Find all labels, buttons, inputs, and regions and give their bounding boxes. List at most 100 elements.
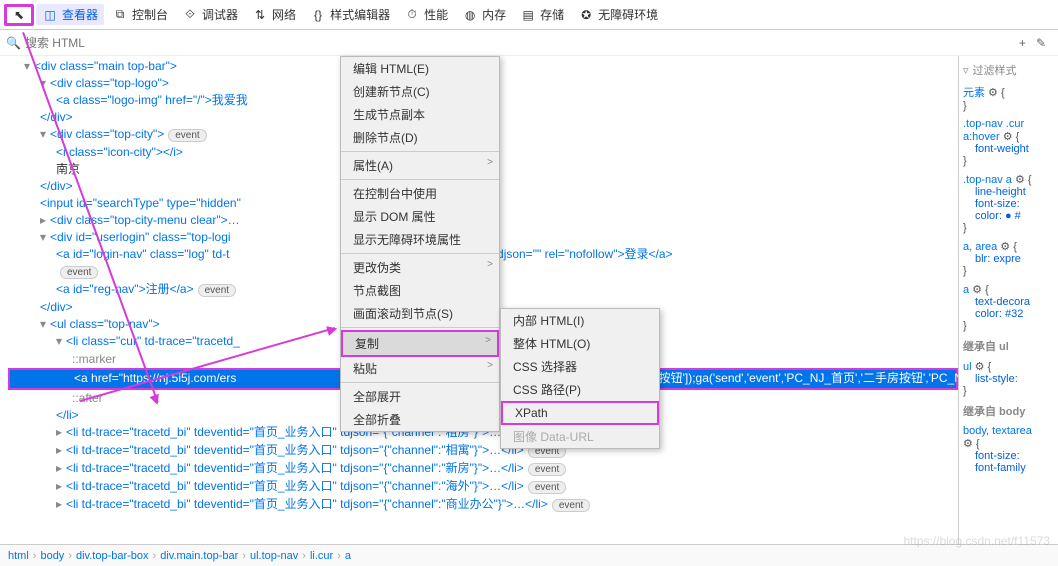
ctx-paste[interactable]: 粘贴	[341, 357, 499, 380]
ctx-change-pseudo[interactable]: 更改伪类	[341, 256, 499, 279]
dom-node[interactable]: <div class="main top-bar">	[34, 59, 177, 73]
ctx-attributes[interactable]: 属性(A)	[341, 154, 499, 177]
tab-network[interactable]: ⇅网络	[246, 4, 302, 25]
css-prop[interactable]: list-style:	[963, 373, 1018, 385]
dom-node[interactable]: <input id="searchType" type="hidden"	[40, 196, 241, 210]
ctx-duplicate[interactable]: 生成节点副本	[341, 103, 499, 126]
a11y-icon: ✪	[578, 7, 594, 23]
dom-node[interactable]: <a id="login-nav" class="log" td-t	[56, 247, 229, 261]
text-node[interactable]: 南京	[56, 162, 80, 176]
crumb[interactable]: body	[40, 550, 64, 562]
dom-node[interactable]: <div class="top-city">	[50, 127, 164, 141]
eyedropper-icon[interactable]: ✎	[1036, 36, 1046, 50]
ctx-expand-all[interactable]: 全部展开	[341, 385, 499, 408]
tab-style-editor[interactable]: {}样式编辑器	[304, 4, 396, 25]
event-badge[interactable]: event	[528, 481, 566, 494]
twisty-icon[interactable]: ▾	[40, 229, 50, 246]
sub-css-selector[interactable]: CSS 选择器	[501, 355, 659, 378]
ctx-use-in-console[interactable]: 在控制台中使用	[341, 182, 499, 205]
ctx-show-a11y[interactable]: 显示无障碍环境属性	[341, 228, 499, 251]
event-badge[interactable]: event	[528, 463, 566, 476]
search-html-input[interactable]	[25, 36, 1015, 50]
dom-node[interactable]: <li td-trace="tracetd_bi" tdeventid="首页_…	[66, 479, 524, 493]
event-badge[interactable]: event	[168, 129, 206, 142]
crumb[interactable]: a	[345, 550, 351, 562]
css-selector[interactable]: a	[963, 284, 969, 296]
css-prop[interactable]: font-family	[963, 462, 1026, 474]
ctx-delete[interactable]: 删除节点(D)	[341, 126, 499, 149]
css-prop[interactable]: color: ● #	[963, 210, 1021, 222]
twisty-icon[interactable]: ▸	[40, 212, 50, 229]
twisty-icon[interactable]: ▸	[56, 424, 66, 441]
dom-node[interactable]: <li td-trace="tracetd_bi" tdeventid="首页_…	[66, 497, 548, 511]
filter-label[interactable]: 过滤样式	[973, 62, 1017, 78]
twisty-icon[interactable]: ▾	[40, 75, 50, 92]
dom-node[interactable]: <li td-trace="tracetd_bi" tdeventid="首页_…	[66, 443, 524, 457]
crumb[interactable]: li.cur	[310, 550, 333, 562]
ctx-create-node[interactable]: 创建新节点(C)	[341, 80, 499, 103]
dom-node[interactable]: </div>	[40, 110, 73, 124]
css-prop[interactable]: line-height	[963, 186, 1026, 198]
pick-element-button[interactable]: ⬉	[4, 4, 34, 26]
event-badge[interactable]: event	[198, 284, 236, 297]
tab-memory[interactable]: ◍内存	[456, 4, 512, 25]
tab-label: 样式编辑器	[330, 6, 390, 23]
ctx-copy[interactable]: 复制	[341, 330, 499, 357]
dom-node[interactable]: <div class="top-logo">	[50, 76, 169, 90]
twisty-icon[interactable]: ▾	[40, 316, 50, 333]
dom-node[interactable]: <div id="userlogin" class="top-logi	[50, 230, 231, 244]
sub-inner-html[interactable]: 内部 HTML(I)	[501, 309, 659, 332]
dom-node[interactable]: </li>	[56, 408, 79, 422]
css-selector[interactable]: a, area	[963, 241, 997, 253]
css-prop[interactable]: font-size:	[963, 198, 1020, 210]
css-prop[interactable]: font-weight	[963, 143, 1029, 155]
tab-accessibility[interactable]: ✪无障碍环境	[572, 4, 664, 25]
twisty-icon[interactable]: ▾	[40, 126, 50, 143]
dom-node[interactable]: <li class="cur" td-trace="tracetd_	[66, 334, 240, 348]
dom-node[interactable]: <a id="reg-nav">注册</a>	[56, 282, 194, 296]
crumb[interactable]: html	[8, 550, 29, 562]
tab-debugger[interactable]: ⟐调试器	[176, 4, 244, 25]
css-prop[interactable]: text-decora	[963, 296, 1030, 308]
crumb[interactable]: ul.top-nav	[250, 550, 298, 562]
twisty-icon[interactable]: ▾	[24, 58, 34, 75]
css-selector[interactable]: body, textarea	[963, 425, 1032, 437]
ctx-edit-html[interactable]: 编辑 HTML(E)	[341, 57, 499, 80]
crumb[interactable]: div.main.top-bar	[160, 550, 238, 562]
css-prop[interactable]: font-size:	[963, 450, 1020, 462]
tab-storage[interactable]: ▤存储	[514, 4, 570, 25]
sub-css-path[interactable]: CSS 路径(P)	[501, 378, 659, 401]
css-prop[interactable]: color: #32	[963, 308, 1023, 320]
css-selector[interactable]: a:hover	[963, 131, 1000, 143]
css-selector[interactable]: .top-nav .cur	[963, 118, 1024, 130]
twisty-icon[interactable]: ▸	[56, 442, 66, 459]
sub-xpath[interactable]: XPath	[501, 401, 659, 425]
dom-node[interactable]: <li td-trace="tracetd_bi" tdeventid="首页_…	[66, 461, 524, 475]
sub-outer-html[interactable]: 整体 HTML(O)	[501, 332, 659, 355]
css-selector[interactable]: .top-nav a	[963, 174, 1012, 186]
ctx-screenshot[interactable]: 节点截图	[341, 279, 499, 302]
dom-node[interactable]: <div class="top-city-menu clear">…	[50, 213, 240, 227]
twisty-icon[interactable]: ▸	[56, 496, 66, 513]
css-selector[interactable]: 元素	[963, 87, 985, 99]
ctx-scroll-into[interactable]: 画面滚动到节点(S)	[341, 302, 499, 325]
dom-node[interactable]: </div>	[40, 300, 73, 314]
twisty-icon[interactable]: ▾	[56, 333, 66, 350]
dom-node[interactable]: </div>	[40, 179, 73, 193]
tab-inspector[interactable]: ◫查看器	[36, 4, 104, 25]
event-badge[interactable]: event	[60, 266, 98, 279]
ctx-collapse-all[interactable]: 全部折叠	[341, 408, 499, 431]
tab-console[interactable]: ⧉控制台	[106, 4, 174, 25]
css-selector[interactable]: ul	[963, 361, 972, 373]
twisty-icon[interactable]: ▸	[56, 478, 66, 495]
crumb[interactable]: div.top-bar-box	[76, 550, 149, 562]
dom-node[interactable]: <ul class="top-nav">	[50, 317, 160, 331]
dom-node[interactable]: <i class="icon-city"></i>	[56, 145, 183, 159]
css-prop[interactable]: blr: expre	[963, 253, 1021, 265]
event-badge[interactable]: event	[552, 499, 590, 512]
ctx-show-dom[interactable]: 显示 DOM 属性	[341, 205, 499, 228]
tab-performance[interactable]: ⏱性能	[398, 4, 454, 25]
twisty-icon[interactable]: ▸	[56, 460, 66, 477]
add-icon[interactable]: +	[1019, 36, 1026, 50]
dom-node[interactable]: <a class="logo-img" href="/">我爱我	[56, 93, 248, 107]
